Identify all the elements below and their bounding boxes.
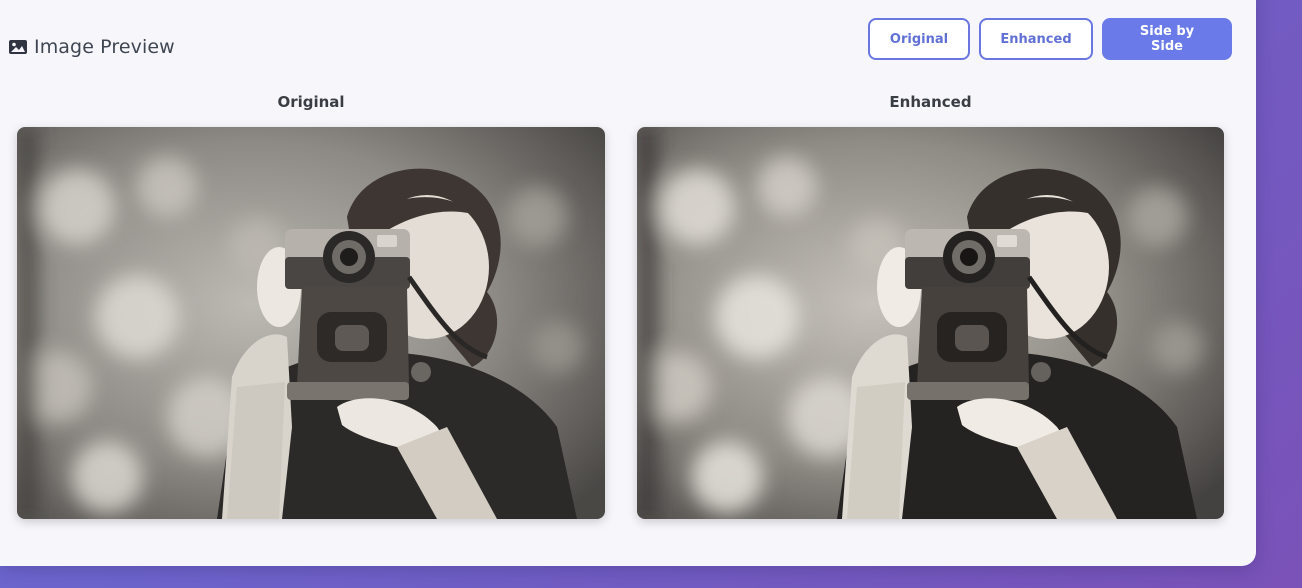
view-mode-toggle: Original Enhanced Side by Side: [868, 18, 1232, 60]
enhanced-image: [637, 127, 1224, 519]
page-title: Image Preview: [34, 36, 175, 58]
enhanced-column-label: Enhanced: [889, 93, 972, 111]
image-icon: [8, 38, 28, 56]
original-column-label: Original: [277, 93, 345, 111]
side-by-side-view-button[interactable]: Side by Side: [1102, 18, 1232, 60]
original-view-button[interactable]: Original: [868, 18, 970, 60]
enhanced-view-button[interactable]: Enhanced: [979, 18, 1093, 60]
image-preview-panel: Image Preview Original Enhanced Side by …: [0, 0, 1256, 566]
original-image: [17, 127, 605, 519]
preview-header: Image Preview: [8, 36, 175, 58]
